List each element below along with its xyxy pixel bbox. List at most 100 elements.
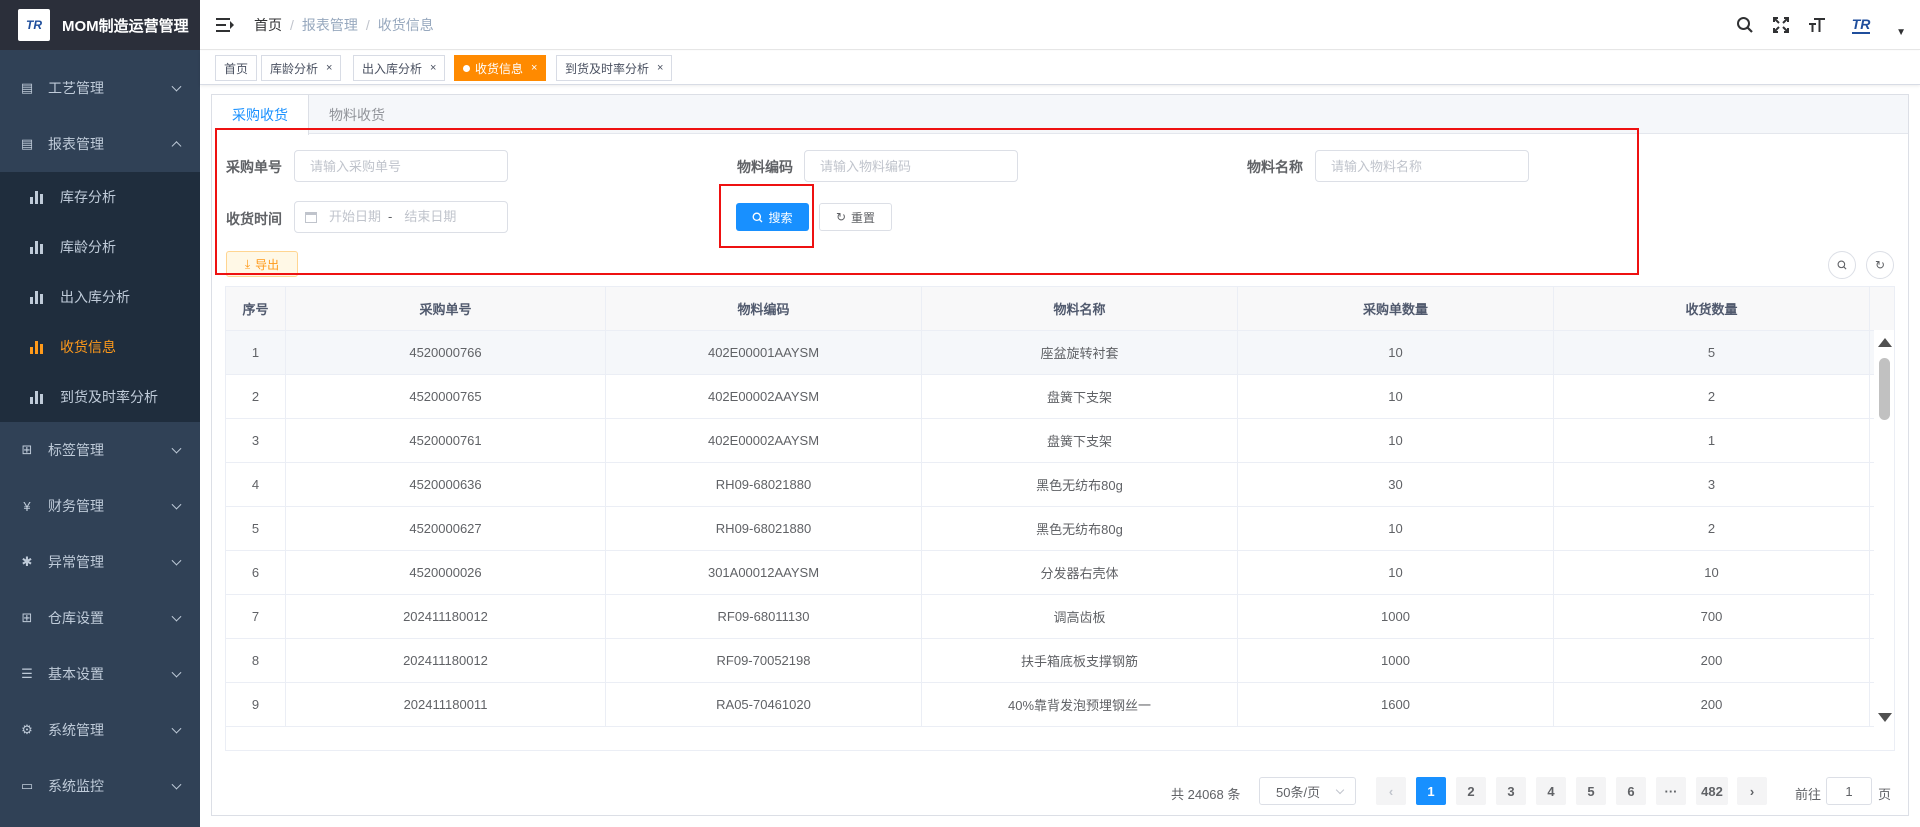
yen-icon: ¥	[23, 498, 31, 514]
sidebar-item-warehouse[interactable]: ⊞ 仓库设置	[0, 590, 200, 646]
logo-icon: TR	[18, 9, 50, 41]
chevron-down-icon	[1335, 785, 1345, 795]
table-cell: 4520000026	[286, 551, 606, 594]
column-header[interactable]: 采购单数量	[1238, 287, 1554, 330]
search-icon[interactable]	[1734, 14, 1756, 36]
table-row[interactable]: 2 4520000765 402E00002AAYSM 盘簧下支架 10 2	[226, 375, 1894, 419]
table-cell: 10	[1238, 419, 1554, 462]
table-cell: 黑色无纺布80g	[922, 463, 1238, 506]
breadcrumb-report[interactable]: 报表管理	[302, 15, 358, 35]
close-icon[interactable]: ×	[326, 62, 332, 74]
scroll-up-arrow-icon[interactable]	[1878, 338, 1892, 347]
table-row[interactable]: 8 202411180012 RF09-70052198 扶手箱底板支撑钢筋 1000 2…	[226, 639, 1894, 683]
sidebar-item-label: 标签管理	[48, 442, 104, 458]
sidebar-item-process[interactable]: ▤ 工艺管理	[0, 60, 200, 116]
prev-page-button[interactable]: ‹	[1376, 777, 1406, 805]
sidebar-item-finance[interactable]: ¥ 财务管理	[0, 478, 200, 534]
tags-view: 首页 库龄分析 × 出入库分析 × 收货信息 × 到货及时率分析 ×	[200, 51, 1920, 85]
toggle-search-button[interactable]	[1828, 251, 1856, 279]
table-cell: 202411180012	[286, 595, 606, 638]
table-scrollbar[interactable]	[1874, 330, 1894, 730]
breadcrumb-separator: /	[290, 16, 294, 33]
tag-on-time-rate[interactable]: 到货及时率分析 ×	[556, 55, 673, 81]
page-button[interactable]: 2	[1456, 777, 1486, 805]
page-button[interactable]: 5	[1576, 777, 1606, 805]
font-size-icon[interactable]	[1806, 14, 1828, 36]
table-row[interactable]: 3 4520000761 402E00002AAYSM 盘簧下支架 10 1	[226, 419, 1894, 463]
table-cell: 1000	[1238, 595, 1554, 638]
page-button[interactable]: 6	[1616, 777, 1646, 805]
table-row[interactable]: 6 4520000026 301A00012AAYSM 分发器右壳体 10 10	[226, 551, 1894, 595]
table-header: 序号 采购单号 物料编码 物料名称 采购单数量 收货数量	[226, 287, 1894, 331]
table-cell: RH09-68021880	[606, 463, 922, 506]
table-cell: 盘簧下支架	[922, 419, 1238, 462]
sidebar-item-report[interactable]: ▤ 报表管理	[0, 116, 200, 172]
goto-suffix: 页	[1878, 787, 1892, 802]
sidebar-item-monitor[interactable]: ▭ 系统监控	[0, 758, 200, 814]
app-logo[interactable]: TR MOM制造运营管理	[0, 0, 200, 50]
column-header[interactable]: 采购单号	[286, 287, 606, 330]
page-button[interactable]: 3	[1496, 777, 1526, 805]
sidebar-item-label-mgmt[interactable]: ⊞ 标签管理	[0, 422, 200, 478]
tag-in-out[interactable]: 出入库分析 ×	[353, 55, 446, 81]
receipt-table: 序号 采购单号 物料编码 物料名称 采购单数量 收货数量 1 4520000766…	[225, 286, 1895, 751]
table-row[interactable]: 1 4520000766 402E00001AAYSM 座盆旋转衬套 10 5	[226, 331, 1894, 375]
column-header[interactable]: 物料名称	[922, 287, 1238, 330]
sidebar-item-label: 系统监控	[48, 778, 104, 794]
column-header[interactable]: 序号	[226, 287, 286, 330]
sidebar-subitem-receipt-info[interactable]: 收货信息	[0, 322, 200, 372]
sidebar-item-system[interactable]: ⚙ 系统管理	[0, 702, 200, 758]
column-header[interactable]: 收货数量	[1554, 287, 1870, 330]
chevron-down-icon	[171, 667, 182, 678]
fullscreen-icon[interactable]	[1770, 14, 1792, 36]
table-row[interactable]: 7 202411180012 RF09-68011130 调高齿板 1000 700	[226, 595, 1894, 639]
refresh-table-button[interactable]: ↻	[1866, 251, 1894, 279]
sidebar-item-exception[interactable]: ✱ 异常管理	[0, 534, 200, 590]
tag-receipt-info[interactable]: 收货信息 ×	[454, 55, 547, 81]
sidebar-subitem-inventory-analysis[interactable]: 库存分析	[0, 172, 200, 222]
sidebar-subitem-in-out[interactable]: 出入库分析	[0, 272, 200, 322]
table-cell: 202411180012	[286, 639, 606, 682]
caret-down-icon[interactable]: ▼	[1896, 27, 1906, 38]
sidebar-item-basic-settings[interactable]: ☰ 基本设置	[0, 646, 200, 702]
hamburger-icon[interactable]	[216, 17, 234, 33]
chevron-down-icon	[171, 723, 182, 734]
tag-home[interactable]: 首页	[215, 55, 258, 81]
close-icon[interactable]: ×	[531, 62, 537, 74]
column-header[interactable]: 物料编码	[606, 287, 922, 330]
page-size-select[interactable]: 50条/页	[1259, 777, 1356, 805]
breadcrumb-home[interactable]: 首页	[254, 15, 282, 35]
total-count: 共 24068 条	[1171, 787, 1241, 802]
more-pages-button[interactable]: ···	[1656, 777, 1686, 805]
menu-item-cut-off[interactable]	[0, 50, 200, 60]
sidebar-item-label: 基本设置	[48, 666, 104, 682]
table-cell: 4520000766	[286, 331, 606, 374]
scroll-down-arrow-icon[interactable]	[1878, 713, 1892, 722]
chevron-down-icon	[171, 555, 182, 566]
sidebar-item-label: 仓库设置	[48, 610, 104, 626]
page-button[interactable]: 4	[1536, 777, 1566, 805]
table-cell: 700	[1554, 595, 1870, 638]
user-avatar[interactable]: TR	[1842, 9, 1880, 41]
refresh-icon: ↻	[1874, 258, 1886, 272]
close-icon[interactable]: ×	[657, 62, 663, 74]
table-cell: 1	[1554, 419, 1870, 462]
table-cell: 1600	[1238, 683, 1554, 726]
table-cell: RF09-68011130	[606, 595, 922, 638]
table-cell: 4520000636	[286, 463, 606, 506]
sidebar-subitem-stock-age[interactable]: 库龄分析	[0, 222, 200, 272]
close-icon[interactable]: ×	[430, 62, 436, 74]
table-row[interactable]: 9 202411180011 RA05-70461020 40%靠背发泡预埋钢丝一 16…	[226, 683, 1894, 727]
scroll-thumb[interactable]	[1879, 358, 1890, 420]
page-button[interactable]: 1	[1416, 777, 1446, 805]
table-row[interactable]: 5 4520000627 RH09-68021880 黑色无纺布80g 10 2	[226, 507, 1894, 551]
table-cell: 10	[1554, 551, 1870, 594]
next-page-button[interactable]: ›	[1737, 777, 1767, 805]
tag-stock-age[interactable]: 库龄分析 ×	[261, 55, 342, 81]
goto-page-input[interactable]	[1826, 777, 1872, 805]
chevron-up-icon	[171, 141, 182, 152]
last-page-button[interactable]: 482	[1696, 777, 1728, 805]
sidebar-subitem-label: 到货及时率分析	[60, 389, 158, 405]
sidebar-subitem-on-time-rate[interactable]: 到货及时率分析	[0, 372, 200, 422]
table-row[interactable]: 4 4520000636 RH09-68021880 黑色无纺布80g 30 3	[226, 463, 1894, 507]
